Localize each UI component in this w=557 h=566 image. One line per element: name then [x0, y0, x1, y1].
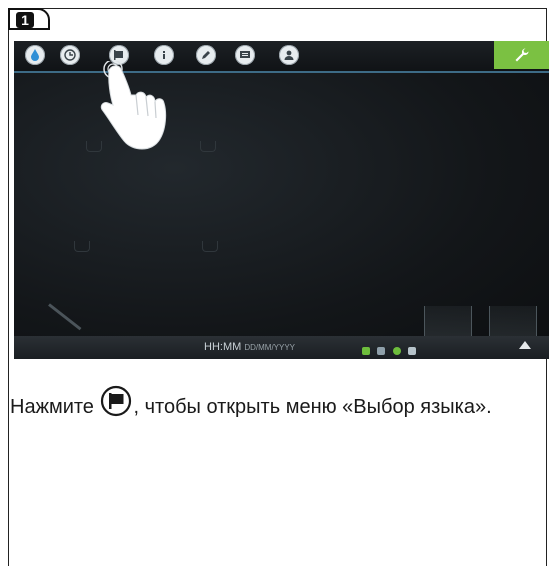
status-time: HH:MM — [204, 341, 242, 353]
pointing-hand-icon — [100, 61, 167, 150]
clock-icon[interactable] — [60, 45, 80, 65]
card-icon — [408, 347, 417, 355]
instruction-before: Нажмите — [10, 396, 100, 418]
status-icons — [362, 342, 419, 355]
step-badge: 1 — [8, 8, 50, 30]
settings-button[interactable] — [494, 41, 549, 69]
wrench-icon — [515, 48, 529, 62]
instruction-text: Нажмите , чтобы открыть меню «Выбор язык… — [10, 385, 545, 422]
status-ok-icon — [392, 347, 401, 355]
pencil-icon[interactable] — [196, 45, 216, 65]
expand-up-icon[interactable] — [519, 341, 531, 349]
device-screen: HH:MM DD/MM/YYYY — [14, 41, 549, 359]
ghost-cup-4 — [202, 241, 218, 252]
instruction-after: , чтобы открыть меню «Выбор языка». — [133, 396, 492, 418]
water-drop-icon[interactable] — [25, 45, 45, 65]
spoon-graphic — [48, 303, 82, 331]
ghost-cup-3 — [74, 241, 90, 252]
step-number: 1 — [16, 12, 34, 28]
wifi-icon — [362, 347, 370, 355]
status-date: DD/MM/YYYY — [244, 343, 296, 352]
user-icon[interactable] — [279, 45, 299, 65]
volume-icon — [377, 347, 386, 355]
display-icon[interactable] — [235, 45, 255, 65]
status-bar: HH:MM DD/MM/YYYY — [14, 336, 549, 359]
language-flag-icon — [101, 385, 132, 417]
ghost-cup-2 — [200, 141, 216, 152]
